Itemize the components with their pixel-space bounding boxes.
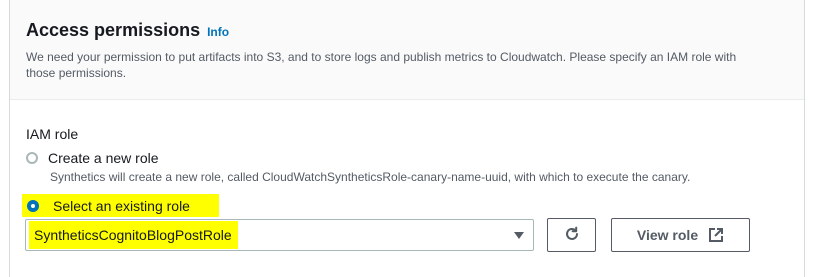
option-create-new-role-label[interactable]: Create a new role: [48, 150, 159, 166]
section-title: Access permissions: [26, 20, 201, 40]
option-select-existing-role-label[interactable]: Select an existing role: [53, 198, 190, 214]
caret-down-icon: [514, 232, 524, 239]
info-link[interactable]: Info: [207, 25, 229, 39]
panel-header: Access permissions Info We need your per…: [10, 0, 804, 100]
external-link-icon: [708, 227, 724, 243]
refresh-button[interactable]: [547, 218, 596, 252]
title-row: Access permissions Info: [26, 20, 788, 41]
role-select[interactable]: SyntheticsCognitoBlogPostRole: [25, 219, 534, 251]
role-select-value: SyntheticsCognitoBlogPostRole: [29, 221, 238, 249]
option-create-new-role-description: Synthetics will create a new role, calle…: [50, 170, 691, 184]
access-permissions-panel: Access permissions Info We need your per…: [9, 0, 805, 277]
radio-select-existing-role[interactable]: [27, 199, 39, 212]
section-description: We need your permission to put artifacts…: [26, 50, 737, 80]
view-role-label: View role: [636, 227, 699, 243]
refresh-icon: [563, 225, 581, 246]
option-select-existing-role[interactable]: Select an existing role: [22, 194, 219, 217]
iam-role-label: IAM role: [26, 126, 79, 142]
option-create-new-role[interactable]: Create a new role: [26, 150, 788, 166]
panel-body: IAM role Create a new role Synthetics wi…: [10, 100, 804, 184]
view-role-button[interactable]: View role: [611, 218, 750, 252]
radio-create-new-role[interactable]: [26, 152, 38, 164]
